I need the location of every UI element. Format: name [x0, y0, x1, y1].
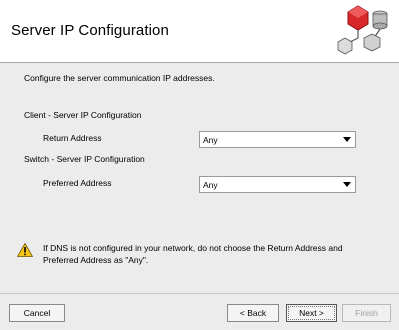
next-button[interactable]: Next >: [286, 304, 337, 322]
return-address-dropdown[interactable]: Any: [199, 131, 356, 148]
return-address-value: Any: [203, 135, 218, 145]
finish-button[interactable]: Finish: [342, 304, 391, 322]
chevron-down-icon: [343, 182, 351, 187]
cancel-button[interactable]: Cancel: [9, 304, 65, 322]
back-button[interactable]: < Back: [227, 304, 279, 322]
network-cubes-icon: [337, 5, 388, 55]
return-address-label: Return Address: [43, 133, 102, 143]
chevron-down-icon: [343, 137, 351, 142]
preferred-address-dropdown[interactable]: Any: [199, 176, 356, 193]
page-title: Server IP Configuration: [11, 22, 169, 39]
client-section-heading: Client - Server IP Configuration: [24, 110, 142, 120]
preferred-address-label: Preferred Address: [43, 178, 112, 188]
preferred-address-value: Any: [203, 180, 218, 190]
warning-icon: [17, 243, 33, 257]
wizard-header: Server IP Configuration: [0, 0, 399, 63]
warning-text-line2: Preferred Address as "Any".: [43, 255, 149, 265]
page-description: Configure the server communication IP ad…: [24, 73, 215, 83]
footer-divider: [0, 293, 399, 294]
switch-section-heading: Switch - Server IP Configuration: [24, 154, 145, 164]
warning-text-line1: If DNS is not configured in your network…: [43, 243, 343, 253]
